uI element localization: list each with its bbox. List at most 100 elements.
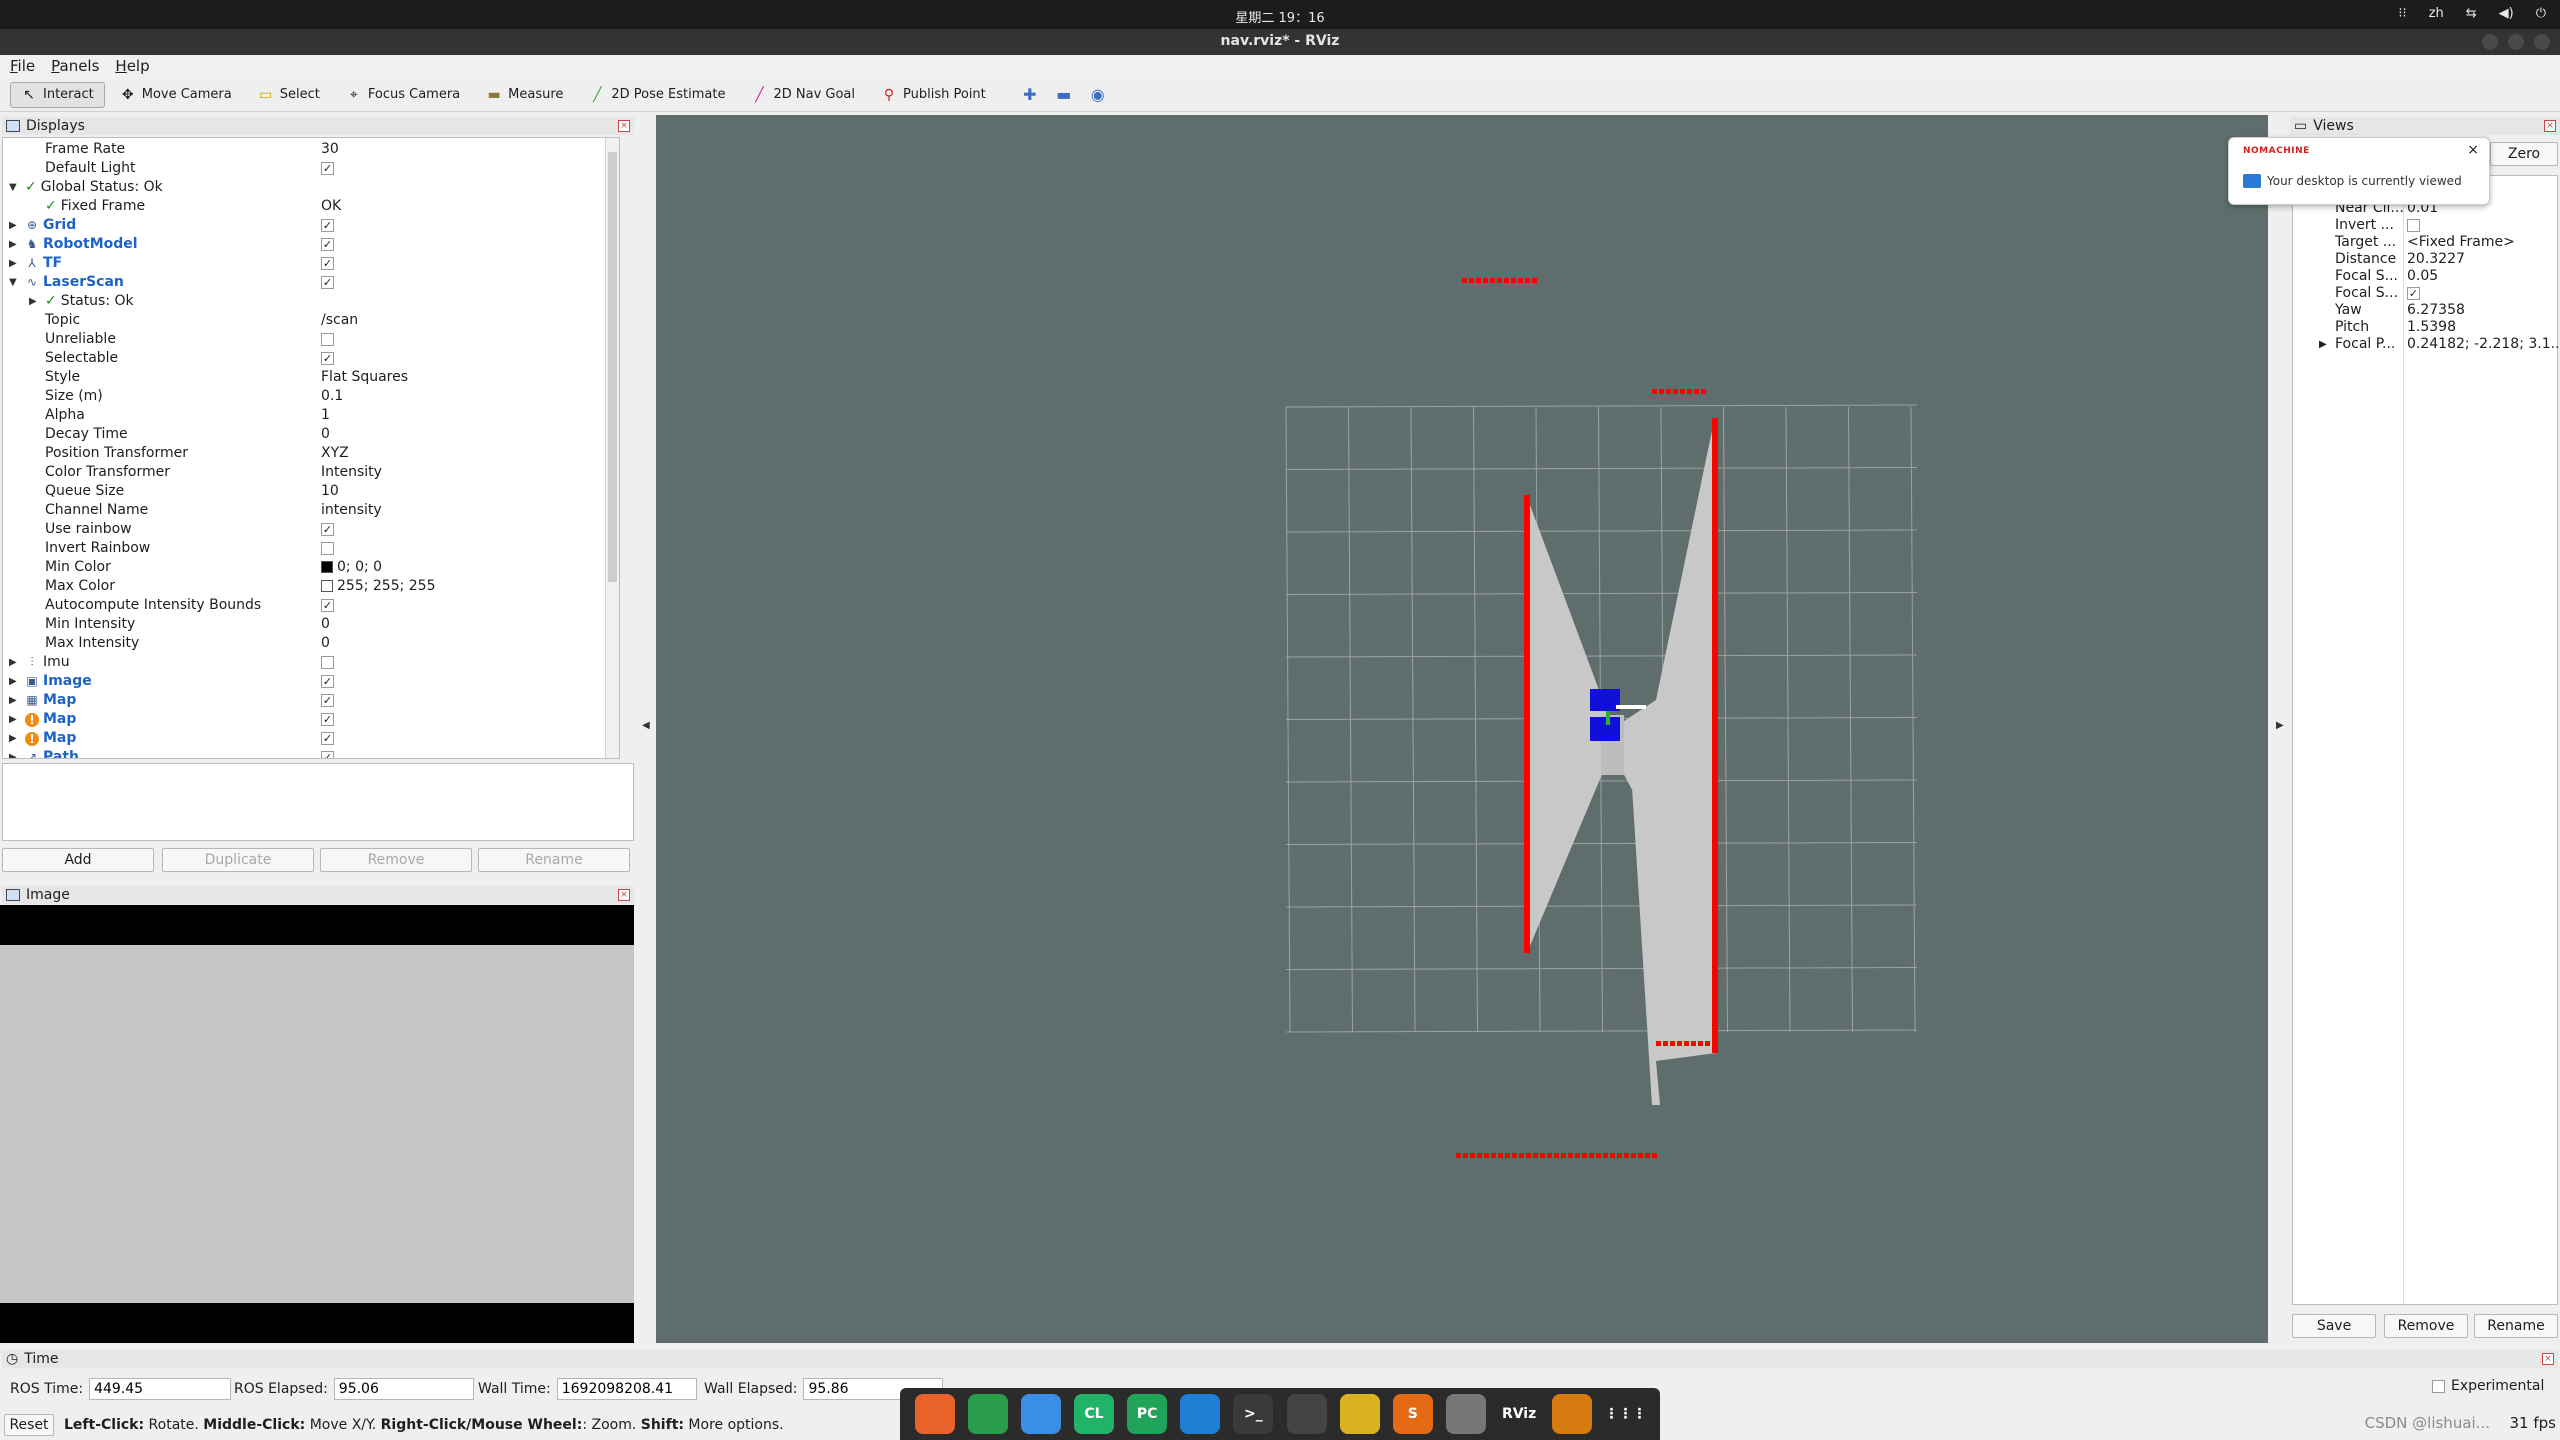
display-row-value[interactable] <box>321 653 334 672</box>
save-view-button[interactable]: Save <box>2292 1314 2376 1338</box>
display-row[interactable]: Topic/scan <box>3 311 599 330</box>
display-checkbox[interactable]: ✓ <box>321 351 334 365</box>
display-row-value[interactable] <box>321 539 334 558</box>
display-row[interactable]: Channel Name intensity <box>3 501 599 520</box>
display-row[interactable]: Use rainbow ✓ <box>3 520 599 539</box>
minimize-button[interactable] <box>2482 34 2498 50</box>
display-checkbox[interactable]: ✓ <box>321 674 334 688</box>
expand-arrow-icon[interactable]: ▶ <box>29 292 37 311</box>
firefox-icon[interactable] <box>914 1394 955 1434</box>
display-row[interactable]: Min Intensity 0 <box>3 615 599 634</box>
display-row[interactable]: ▶ ↗ Path ✓ <box>3 748 599 758</box>
expand-arrow-icon[interactable]: ▶ <box>9 672 17 691</box>
display-row-value[interactable]: ✓ <box>321 520 334 539</box>
2d-pose-estimate-tool[interactable]: ╱ 2D Pose Estimate <box>578 82 736 108</box>
view-property-row[interactable]: ▶ Focal P... 0.24182; -2.218; 3.1... <box>2293 336 2559 353</box>
left-splitter[interactable]: ◀ <box>636 115 654 1343</box>
move-camera-tool[interactable]: ✥ Move Camera <box>109 82 243 108</box>
expand-arrow-icon[interactable]: ▶ <box>2319 336 2327 353</box>
view-property-row[interactable]: Focal S... ✓ <box>2293 285 2559 302</box>
display-row[interactable]: Size (m) 0.1 <box>3 387 599 406</box>
display-checkbox[interactable] <box>321 541 334 555</box>
display-row-value[interactable]: OK <box>321 197 341 216</box>
remove-view-button[interactable]: Remove <box>2384 1314 2468 1338</box>
system-tray[interactable]: ⁝⁝ zh ⇆ ◀) ⏻ <box>2398 6 2546 21</box>
language-indicator[interactable]: zh <box>2429 6 2444 21</box>
display-checkbox[interactable]: ✓ <box>321 256 334 270</box>
display-row-value[interactable]: ✓ <box>321 235 334 254</box>
stack-icon[interactable] <box>1552 1394 1593 1434</box>
view-property-value[interactable]: ✓ <box>2407 285 2420 302</box>
display-row-value[interactable]: 0 <box>321 615 330 634</box>
expand-arrow-icon[interactable]: ▶ <box>9 216 17 235</box>
display-row[interactable]: Min Color 0; 0; 0 <box>3 558 599 577</box>
duplicate-display-button[interactable]: Duplicate <box>162 848 314 872</box>
apps-grid-icon[interactable]: ⋮⋮⋮ <box>1604 1394 1646 1434</box>
view-property-value[interactable]: 0.24182; -2.218; 3.1... <box>2407 336 2559 353</box>
display-row-value[interactable]: 0.1 <box>321 387 343 406</box>
nomachine-notification[interactable]: NOMACHINE × Your desktop is currently vi… <box>2228 137 2490 205</box>
display-row-value[interactable]: ✓ <box>321 748 334 758</box>
view-property-value[interactable]: <Fixed Frame> <box>2407 234 2515 251</box>
measure-tool[interactable]: ▬ Measure <box>475 82 574 108</box>
display-row[interactable]: ▶ ▦ Map ✓ <box>3 691 599 710</box>
view-property-row[interactable]: Distance 20.3227 <box>2293 251 2559 268</box>
display-checkbox[interactable]: ✓ <box>321 712 334 726</box>
display-row-value[interactable]: ✓ <box>321 672 334 691</box>
wall-time-field[interactable] <box>556 1378 697 1400</box>
expand-arrow-icon[interactable]: ▶ <box>9 710 17 729</box>
expand-arrow-icon[interactable]: ▶ <box>9 691 17 710</box>
rename-view-button[interactable]: Rename <box>2474 1314 2558 1338</box>
interact-tool[interactable]: ↖ Interact <box>10 81 105 108</box>
view-property-row[interactable]: Yaw 6.27358 <box>2293 302 2559 319</box>
expand-arrow-icon[interactable]: ▶ <box>9 729 17 748</box>
rename-display-button[interactable]: Rename <box>478 848 630 872</box>
display-row-value[interactable]: ✓ <box>321 159 334 178</box>
ros-time-field[interactable] <box>89 1378 232 1400</box>
clion-icon[interactable]: CL <box>1073 1394 1114 1434</box>
nomachine-icon[interactable] <box>1445 1394 1486 1434</box>
sublime-icon[interactable]: S <box>1392 1394 1433 1434</box>
collapse-arrow-icon[interactable]: ▼ <box>9 273 17 292</box>
display-checkbox[interactable]: ✓ <box>321 237 334 251</box>
input-method-icon[interactable]: ⁝⁝ <box>2398 6 2406 21</box>
display-row[interactable]: Style Flat Squares <box>3 368 599 387</box>
display-row-value[interactable]: ✓ <box>321 596 334 615</box>
expand-arrow-icon[interactable]: ▶ <box>9 653 17 672</box>
menu-help[interactable]: Help <box>115 57 149 75</box>
display-row-value[interactable] <box>321 330 334 349</box>
remove-tool-icon[interactable]: ▬ <box>1049 85 1079 104</box>
display-row[interactable]: Autocompute Intensity Bounds ✓ <box>3 596 599 615</box>
ros-elapsed-field[interactable] <box>333 1378 474 1400</box>
display-row[interactable]: ▶ ⫶ Imu <box>3 653 599 672</box>
view-property-value[interactable]: 20.3227 <box>2407 251 2465 268</box>
view-checkbox[interactable]: ✓ <box>2407 286 2420 300</box>
display-row[interactable]: Frame Rate 30 <box>3 140 599 159</box>
tool-properties-icon[interactable]: ◉ <box>1083 85 1113 104</box>
maximize-button[interactable] <box>2508 34 2524 50</box>
display-row-value[interactable]: 0; 0; 0 <box>321 558 382 577</box>
display-row[interactable]: ▶ ⊕ Grid ✓ <box>3 216 599 235</box>
display-row[interactable]: ▼ ∿ LaserScan ✓ <box>3 273 599 292</box>
view-property-value[interactable]: 6.27358 <box>2407 302 2465 319</box>
window-titlebar[interactable]: nav.rviz* - RViz <box>0 29 2560 55</box>
display-row-value[interactable]: ✓ <box>321 710 334 729</box>
expand-arrow-icon[interactable]: ▶ <box>9 748 17 758</box>
column-separator[interactable] <box>2403 176 2404 1304</box>
vscode-icon[interactable] <box>1180 1394 1221 1434</box>
close-panel-icon[interactable]: × <box>618 120 630 132</box>
display-row[interactable]: ▼ ✓ Global Status: Ok <box>3 178 599 197</box>
terminal-icon[interactable]: >_ <box>1233 1394 1274 1434</box>
display-checkbox[interactable]: ✓ <box>321 161 334 175</box>
display-row[interactable]: Max Color 255; 255; 255 <box>3 577 599 596</box>
display-checkbox[interactable] <box>321 655 334 669</box>
2d-nav-goal-tool[interactable]: ╱ 2D Nav Goal <box>740 82 866 108</box>
display-row-value[interactable]: 30 <box>321 140 339 159</box>
display-row-value[interactable]: ✓ <box>321 254 334 273</box>
display-checkbox[interactable]: ✓ <box>321 275 334 289</box>
view-property-value[interactable]: 1.5398 <box>2407 319 2456 336</box>
display-row-value[interactable]: 1 <box>321 406 330 425</box>
finder-icon[interactable] <box>1020 1394 1061 1434</box>
close-window-button[interactable] <box>2534 34 2550 50</box>
display-checkbox[interactable] <box>321 332 334 346</box>
